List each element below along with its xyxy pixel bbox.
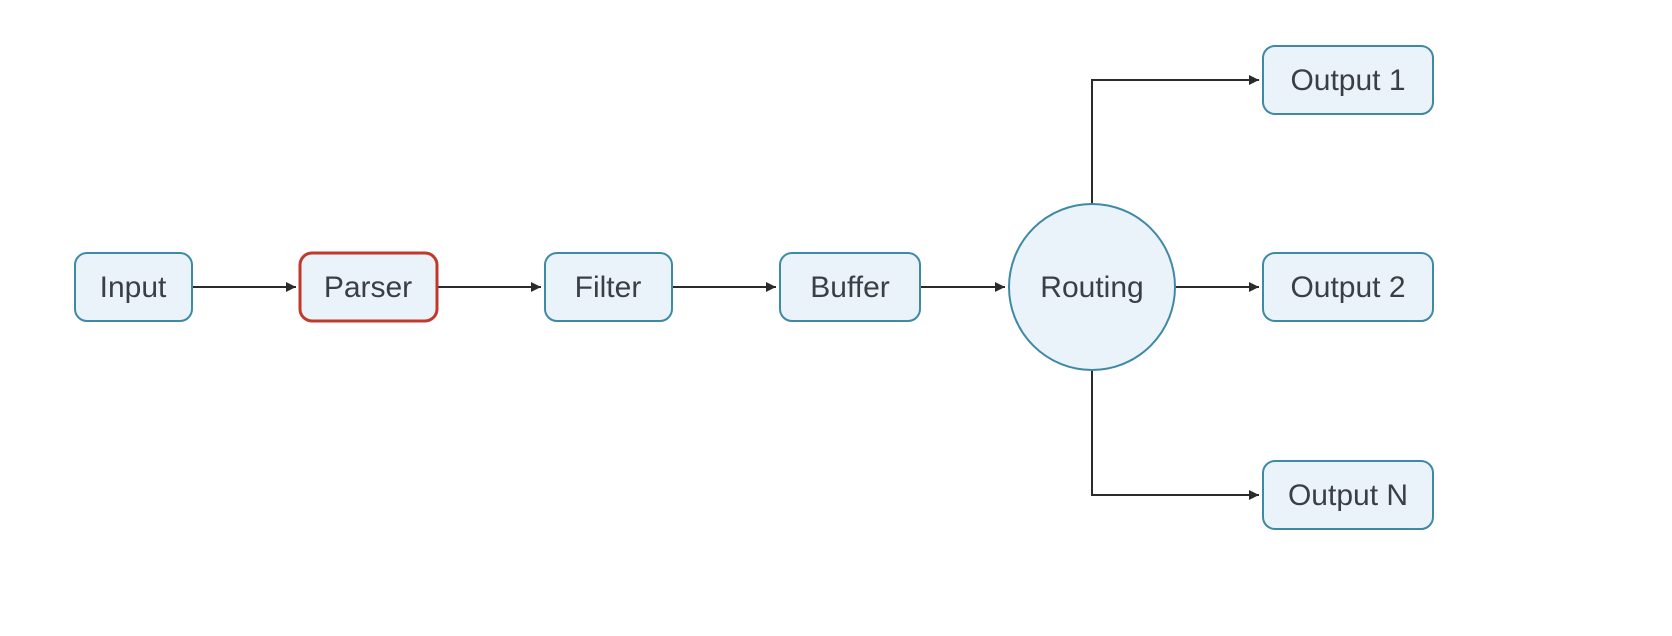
node-parser-label: Parser [324, 271, 412, 304]
node-output2: Output 2 [1263, 253, 1433, 321]
node-buffer-label: Buffer [810, 271, 890, 304]
node-input-label: Input [100, 271, 167, 304]
node-output1-label: Output 1 [1290, 64, 1405, 97]
node-parser: Parser [300, 253, 437, 321]
node-filter: Filter [545, 253, 672, 321]
pipeline-diagram: Input Parser Filter Buffer Routing Outpu… [0, 0, 1672, 636]
node-outputN: Output N [1263, 461, 1433, 529]
node-routing-label: Routing [1040, 271, 1143, 304]
node-input: Input [75, 253, 192, 321]
edge-routing-output1 [1092, 80, 1259, 215]
node-buffer: Buffer [780, 253, 920, 321]
node-output1: Output 1 [1263, 46, 1433, 114]
node-outputN-label: Output N [1288, 479, 1408, 512]
node-output2-label: Output 2 [1290, 271, 1405, 304]
edge-routing-outputN [1092, 360, 1259, 495]
node-filter-label: Filter [575, 271, 642, 304]
node-routing: Routing [1009, 204, 1175, 370]
